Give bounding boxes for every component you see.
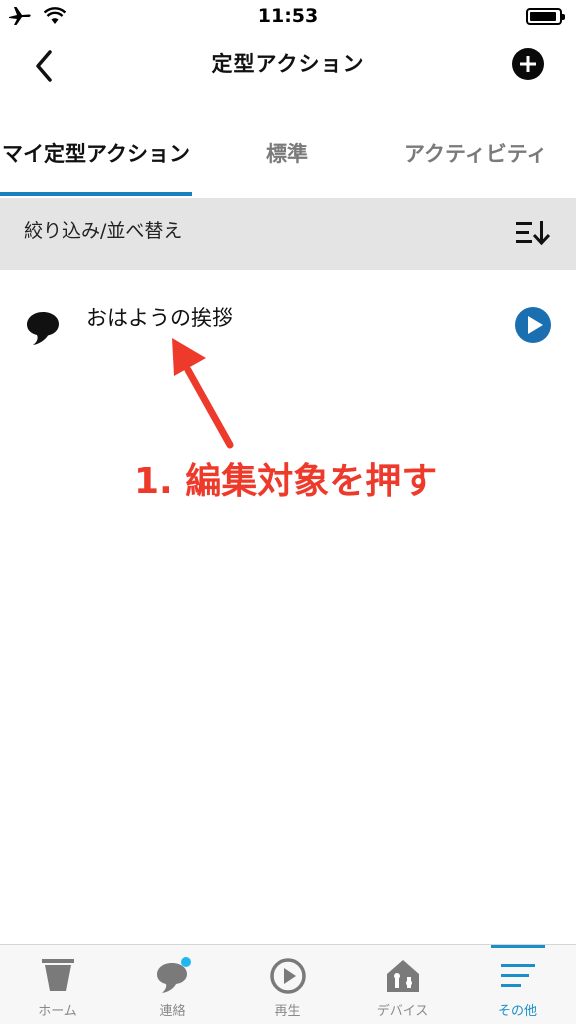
- bottom-nav: ホーム 連絡 再生 デバイス その他: [0, 944, 576, 1024]
- bottom-tab-label: その他: [497, 1004, 537, 1019]
- tab-my-routines[interactable]: マイ定型アクション: [2, 138, 190, 168]
- page-title: 定型アクション: [211, 52, 365, 76]
- bottom-tab-label: デバイス: [376, 1004, 429, 1019]
- bottom-tab-communicate[interactable]: 連絡: [115, 945, 230, 1024]
- sort-icon[interactable]: [516, 220, 550, 246]
- speech-bubble-icon: [27, 312, 59, 345]
- status-time: 11:53: [257, 5, 319, 27]
- filter-sort-bar[interactable]: 絞り込み/並べ替え: [0, 198, 576, 270]
- battery-icon: [526, 8, 565, 25]
- echo-device-icon: [42, 959, 74, 991]
- routine-list-item[interactable]: おはようの挨拶: [0, 282, 576, 368]
- bottom-tab-home[interactable]: ホーム: [0, 945, 115, 1024]
- play-circle-icon: [270, 958, 306, 994]
- bottom-tab-label: 連絡: [159, 1004, 186, 1019]
- nav-bar: 定型アクション: [0, 34, 576, 96]
- menu-lines-icon: [501, 964, 535, 987]
- home-devices-icon: [387, 960, 419, 992]
- status-bar: 11:53: [0, 0, 576, 34]
- tab-standard[interactable]: 標準: [266, 138, 308, 168]
- annotation-arrow-icon: [172, 338, 234, 449]
- bottom-tab-play[interactable]: 再生: [230, 945, 345, 1024]
- bottom-tab-label: 再生: [274, 1004, 301, 1019]
- tab-activity[interactable]: アクティビティ: [404, 138, 547, 168]
- bottom-tab-more[interactable]: その他: [460, 945, 575, 1024]
- bottom-tab-devices[interactable]: デバイス: [345, 945, 460, 1024]
- play-icon[interactable]: [514, 306, 552, 344]
- chat-bubble-icon: [157, 957, 191, 993]
- active-tab-indicator: [0, 192, 192, 196]
- annotation-text: 1. 編集対象を押す: [134, 461, 438, 502]
- add-routine-button[interactable]: [512, 48, 544, 80]
- tab-bar: マイ定型アクション 標準 アクティビティ: [0, 118, 576, 198]
- routine-name: おはようの挨拶: [86, 306, 233, 330]
- active-bottom-tab-indicator: [491, 945, 545, 948]
- bottom-tab-label: ホーム: [38, 1004, 77, 1019]
- filter-sort-label: 絞り込み/並べ替え: [24, 220, 183, 242]
- plus-circle-icon: [512, 48, 544, 80]
